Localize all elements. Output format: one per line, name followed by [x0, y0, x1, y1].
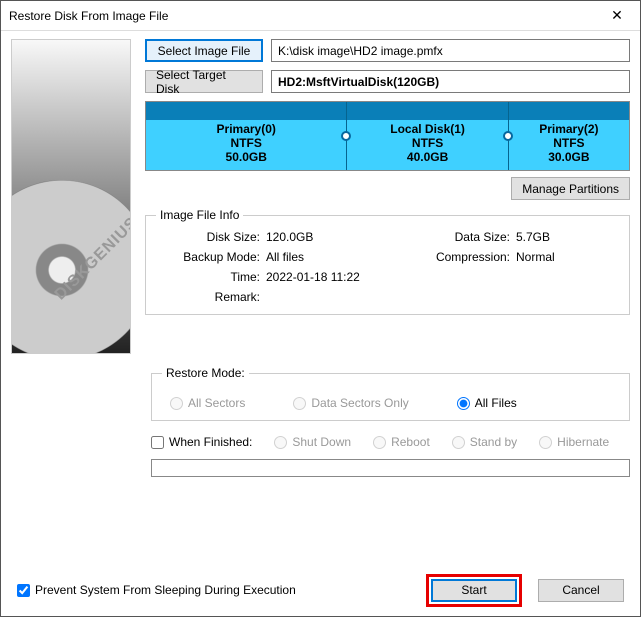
radio-label: Data Sectors Only: [311, 396, 408, 410]
radio-data-sectors-only: Data Sectors Only: [293, 396, 408, 410]
partition-size: 40.0GB: [407, 150, 448, 164]
image-file-info-group: Image File Info Disk Size: 120.0GB Data …: [145, 208, 630, 315]
radio-shut-down: Shut Down: [274, 435, 351, 449]
partition-fs: NTFS: [553, 136, 584, 150]
checkbox-input[interactable]: [151, 436, 164, 449]
partition-0[interactable]: Primary(0) NTFS 50.0GB: [146, 102, 347, 170]
prevent-sleep-label: Prevent System From Sleeping During Exec…: [35, 583, 296, 597]
image-file-info-legend: Image File Info: [156, 208, 243, 222]
partition-fs: NTFS: [412, 136, 443, 150]
radio-label: Shut Down: [292, 435, 351, 449]
partition-name: Primary(0): [217, 122, 276, 136]
radio-all-files[interactable]: All Files: [457, 396, 517, 410]
restore-mode-group: Restore Mode: All Sectors Data Sectors O…: [151, 366, 630, 421]
image-path-field[interactable]: K:\disk image\HD2 image.pmfx: [271, 39, 630, 62]
partition-2[interactable]: Primary(2) NTFS 30.0GB: [509, 102, 629, 170]
radio-label: Stand by: [470, 435, 517, 449]
radio-stand-by: Stand by: [452, 435, 517, 449]
when-finished-checkbox[interactable]: When Finished:: [151, 435, 252, 449]
prevent-sleep-checkbox[interactable]: Prevent System From Sleeping During Exec…: [17, 583, 410, 597]
radio-reboot: Reboot: [373, 435, 430, 449]
radio-label: All Sectors: [188, 396, 245, 410]
start-button[interactable]: Start: [431, 579, 517, 602]
partition-1[interactable]: Local Disk(1) NTFS 40.0GB: [347, 102, 508, 170]
radio-input: [293, 397, 306, 410]
remark-label: Remark:: [156, 290, 266, 304]
radio-input: [170, 397, 183, 410]
cancel-button[interactable]: Cancel: [538, 579, 624, 602]
partition-size: 50.0GB: [226, 150, 267, 164]
restore-mode-legend: Restore Mode:: [162, 366, 249, 380]
disk-size-label: Disk Size:: [156, 230, 266, 244]
time-label: Time:: [156, 270, 266, 284]
select-target-button[interactable]: Select Target Disk: [145, 70, 263, 93]
partition-fs: NTFS: [231, 136, 262, 150]
checkbox-input[interactable]: [17, 584, 30, 597]
compression-value: Normal: [516, 250, 616, 264]
manage-partitions-button[interactable]: Manage Partitions: [511, 177, 630, 200]
radio-input: [274, 436, 287, 449]
partition-handle-icon[interactable]: [341, 131, 351, 141]
titlebar: Restore Disk From Image File ✕: [1, 1, 640, 31]
radio-input[interactable]: [457, 397, 470, 410]
time-value: 2022-01-18 11:22: [266, 270, 406, 284]
backup-mode-label: Backup Mode:: [156, 250, 266, 264]
partition-name: Local Disk(1): [390, 122, 465, 136]
close-icon[interactable]: ✕: [594, 1, 640, 31]
radio-label: Reboot: [391, 435, 430, 449]
disk-size-value: 120.0GB: [266, 230, 406, 244]
radio-input: [373, 436, 386, 449]
partition-name: Primary(2): [539, 122, 598, 136]
compression-label: Compression:: [406, 250, 516, 264]
radio-label: Hibernate: [557, 435, 609, 449]
partition-handle-icon[interactable]: [503, 131, 513, 141]
backup-mode-value: All files: [266, 250, 406, 264]
radio-hibernate: Hibernate: [539, 435, 609, 449]
when-finished-label: When Finished:: [169, 435, 252, 449]
start-highlight: Start: [426, 574, 522, 607]
window-title: Restore Disk From Image File: [9, 9, 594, 23]
radio-input: [539, 436, 552, 449]
remark-value: [266, 290, 406, 304]
select-image-button[interactable]: Select Image File: [145, 39, 263, 62]
partition-size: 30.0GB: [548, 150, 589, 164]
radio-label: All Files: [475, 396, 517, 410]
partition-bar[interactable]: Primary(0) NTFS 50.0GB Local Disk(1) NTF…: [145, 101, 630, 171]
bottom-bar: Prevent System From Sleeping During Exec…: [1, 564, 640, 616]
radio-input: [452, 436, 465, 449]
progress-bar: [151, 459, 630, 477]
data-size-value: 5.7GB: [516, 230, 616, 244]
radio-all-sectors: All Sectors: [170, 396, 245, 410]
data-size-label: Data Size:: [406, 230, 516, 244]
target-disk-field[interactable]: HD2:MsftVirtualDisk(120GB): [271, 70, 630, 93]
side-illustration: DISKGENIUS: [11, 39, 131, 354]
